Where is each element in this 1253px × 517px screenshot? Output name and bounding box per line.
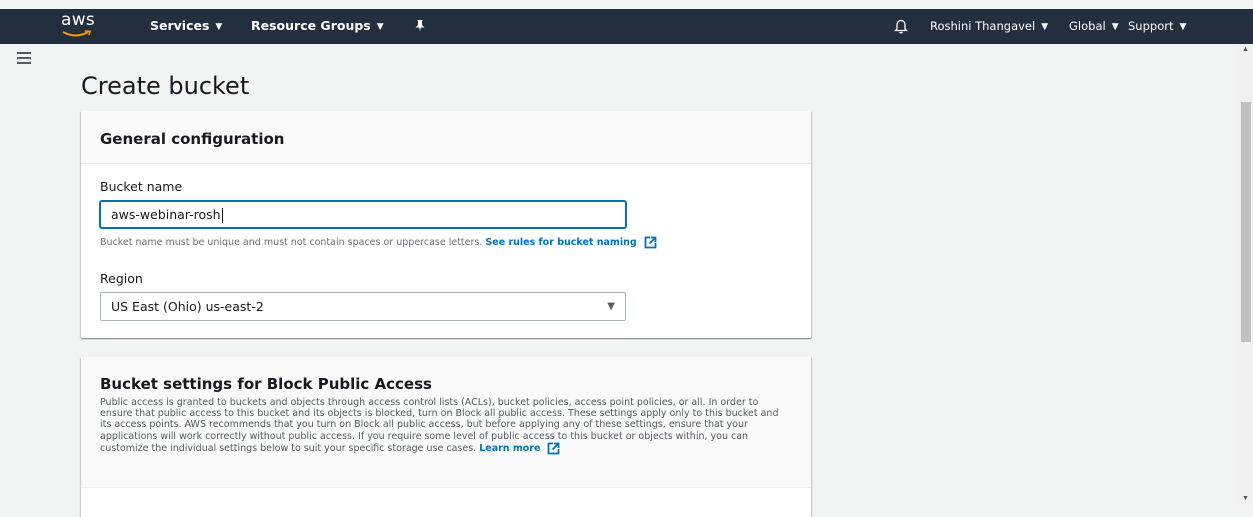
- hint-text: Bucket name must be unique and must not …: [100, 237, 483, 248]
- chevron-down-icon: ▼: [215, 22, 223, 32]
- text-cursor: [221, 208, 223, 223]
- block-public-access-description: Public access is granted to buckets and …: [100, 397, 790, 455]
- resource-groups-menu[interactable]: Resource Groups ▼: [251, 9, 384, 44]
- bucket-name-input[interactable]: aws-webinar-rosh: [100, 201, 626, 228]
- region-field-label: Region: [100, 271, 143, 286]
- user-label: Roshini Thangavel: [930, 19, 1036, 33]
- aws-smile-icon: [62, 30, 92, 37]
- services-menu[interactable]: Services ▼: [150, 9, 222, 44]
- bucket-naming-rules-link[interactable]: See rules for bucket naming: [485, 237, 636, 248]
- scrollbar-thumb[interactable]: [1241, 102, 1251, 342]
- vertical-scrollbar[interactable]: ▲ ▼: [1239, 44, 1253, 504]
- page-title: Create bucket: [81, 72, 250, 100]
- general-configuration-title: General configuration: [100, 130, 285, 148]
- aws-logo[interactable]: aws: [60, 10, 106, 41]
- bucket-name-value: aws-webinar-rosh: [111, 207, 221, 222]
- user-menu[interactable]: Roshini Thangavel ▼: [930, 9, 1048, 44]
- external-link-icon[interactable]: [547, 442, 560, 455]
- resource-groups-label: Resource Groups: [251, 18, 371, 33]
- region-label: Global: [1069, 19, 1106, 33]
- pin-icon[interactable]: [414, 9, 426, 44]
- chevron-down-icon: ▼: [376, 22, 384, 32]
- support-label: Support: [1128, 19, 1174, 33]
- region-select-value: US East (Ohio) us-east-2: [111, 299, 264, 314]
- scroll-down-arrow-icon[interactable]: ▼: [1242, 495, 1249, 502]
- chevron-down-icon: ▼: [1179, 22, 1187, 32]
- learn-more-link[interactable]: Learn more: [479, 443, 540, 454]
- services-label: Services: [150, 18, 210, 33]
- block-public-access-title: Bucket settings for Block Public Access: [100, 375, 432, 393]
- chevron-down-icon: ▼: [1111, 22, 1119, 32]
- region-select[interactable]: US East (Ohio) us-east-2 ▼: [100, 292, 626, 321]
- scroll-up-arrow-icon[interactable]: ▲: [1242, 46, 1249, 53]
- external-link-icon[interactable]: [644, 236, 657, 249]
- bell-icon[interactable]: [893, 9, 909, 44]
- description-text: Public access is granted to buckets and …: [100, 397, 779, 454]
- general-configuration-card: General configuration Bucket name aws-we…: [81, 111, 811, 338]
- support-menu[interactable]: Support ▼: [1128, 9, 1186, 44]
- caret-down-icon: ▼: [607, 301, 615, 312]
- aws-logo-text: aws: [61, 10, 96, 30]
- bucket-name-hint: Bucket name must be unique and must not …: [100, 236, 657, 249]
- chevron-down-icon: ▼: [1041, 22, 1049, 32]
- region-menu[interactable]: Global ▼: [1069, 9, 1119, 44]
- hamburger-menu-icon[interactable]: [17, 52, 31, 64]
- bucket-name-label: Bucket name: [100, 179, 183, 194]
- top-navigation: aws Services ▼ Resource Groups ▼ Roshini T…: [0, 9, 1253, 44]
- block-public-access-card: Bucket settings for Block Public Access …: [81, 357, 811, 517]
